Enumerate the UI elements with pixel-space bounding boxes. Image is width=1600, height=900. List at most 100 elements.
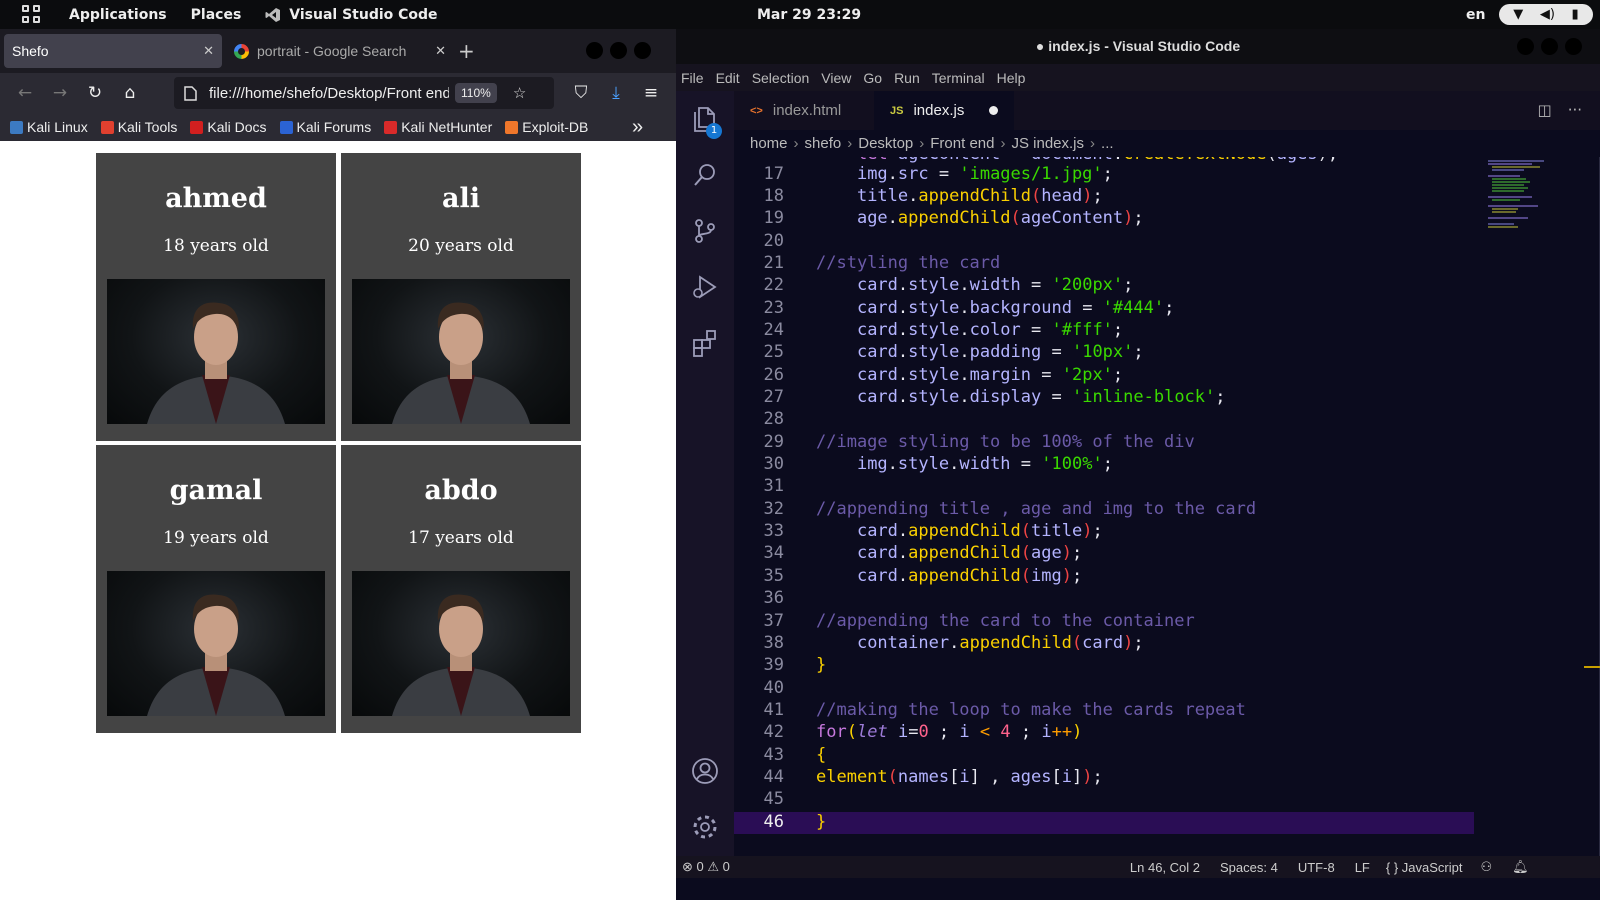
line-number: 45 bbox=[763, 789, 784, 809]
breadcrumb-item[interactable]: Front end bbox=[930, 135, 994, 152]
settings-gear-icon[interactable] bbox=[676, 805, 734, 849]
pocket-icon[interactable]: ⛉ bbox=[566, 83, 596, 103]
forward-arrow-icon[interactable]: → bbox=[45, 83, 75, 103]
extensions-icon[interactable] bbox=[676, 321, 734, 365]
editor-scrollbar[interactable] bbox=[1564, 157, 1600, 878]
minimize-button[interactable] bbox=[586, 42, 603, 59]
bookmark-star-icon[interactable]: ☆ bbox=[513, 84, 526, 102]
language-mode[interactable]: { } JavaScript bbox=[1386, 860, 1463, 875]
browser-tab-google[interactable]: portrait - Google Search ✕ bbox=[226, 34, 454, 68]
reload-icon[interactable]: ↻ bbox=[80, 83, 110, 103]
url-bar[interactable]: file:///home/shefo/Desktop/Front end 110… bbox=[174, 77, 554, 109]
code-editor[interactable]: 17 18 19 20 21 22 23 24 25 26 27 28 29 30 31 32 33 34 35 36… bbox=[734, 157, 1494, 878]
close-tab-icon[interactable]: ✕ bbox=[435, 43, 446, 59]
breadcrumb-item[interactable]: home bbox=[750, 135, 788, 152]
clock[interactable]: Mar 29 23:29 bbox=[757, 7, 861, 23]
code-line: //appending the card to the container bbox=[816, 611, 1195, 631]
status-bar: ⊗ 0 ⚠ 0 Ln 46, Col 2 Spaces: 4 UTF-8 LF … bbox=[676, 856, 1600, 878]
bookmark-favicon-icon bbox=[100, 120, 114, 134]
vscode-icon bbox=[265, 7, 281, 22]
menu-selection[interactable]: Selection bbox=[752, 70, 810, 86]
bookmark-item[interactable]: Exploit-DB bbox=[505, 119, 588, 135]
accounts-icon[interactable] bbox=[676, 749, 734, 793]
portrait-silhouette bbox=[392, 594, 530, 716]
code-line: for(let i=0 ; i < 4 ; i++) bbox=[816, 722, 1083, 742]
menu-terminal[interactable]: Terminal bbox=[932, 70, 985, 86]
tab-index-js[interactable]: JS index.js bbox=[874, 91, 1014, 130]
window-controls bbox=[1517, 38, 1582, 55]
bookmark-item[interactable]: Kali Docs bbox=[190, 119, 267, 135]
more-bookmarks-icon[interactable]: » bbox=[632, 116, 643, 139]
unsaved-dot-icon[interactable] bbox=[989, 106, 998, 115]
feedback-icon[interactable]: ⚇ bbox=[1480, 859, 1492, 875]
back-arrow-icon[interactable]: ← bbox=[10, 83, 40, 103]
applications-menu[interactable]: Applications bbox=[69, 7, 167, 23]
vscode-body: 1 <> index.html JS index.js ◫ ··· home ›… bbox=[676, 91, 1600, 878]
menu-help[interactable]: Help bbox=[997, 70, 1026, 86]
menu-edit[interactable]: Edit bbox=[716, 70, 740, 86]
source-control-icon[interactable] bbox=[676, 209, 734, 253]
google-icon bbox=[234, 43, 249, 59]
system-tray[interactable]: ▼ ◀) ▮ bbox=[1499, 4, 1593, 25]
menu-view[interactable]: View bbox=[821, 70, 851, 86]
run-debug-icon[interactable] bbox=[676, 265, 734, 309]
line-number: 34 bbox=[763, 543, 784, 563]
notifications-bell-icon[interactable]: 🔔︎ bbox=[1512, 859, 1529, 875]
maximize-button[interactable] bbox=[610, 42, 627, 59]
portrait-image bbox=[352, 571, 570, 716]
hamburger-menu-icon[interactable]: ≡ bbox=[636, 83, 666, 103]
more-actions-icon[interactable]: ··· bbox=[1568, 101, 1582, 119]
menu-file[interactable]: File bbox=[681, 70, 704, 86]
code-line: } bbox=[816, 655, 827, 675]
bookmark-item[interactable]: Kali Tools bbox=[100, 119, 177, 135]
zoom-indicator[interactable]: 110% bbox=[455, 83, 497, 103]
search-icon[interactable] bbox=[676, 153, 734, 197]
bookmark-item[interactable]: Kali Forums bbox=[279, 119, 371, 135]
close-window-button[interactable] bbox=[1565, 38, 1582, 55]
browser-tab-shefo[interactable]: Shefo ✕ bbox=[4, 34, 222, 68]
new-tab-button[interactable]: + bbox=[458, 39, 475, 63]
apps-grid-icon[interactable] bbox=[22, 4, 42, 25]
keyboard-layout[interactable]: en bbox=[1466, 7, 1485, 23]
line-number: 43 bbox=[763, 745, 784, 765]
menu-run[interactable]: Run bbox=[894, 70, 920, 86]
code-line: age.appendChild(ageContent); bbox=[856, 208, 1144, 228]
line-number: 20 bbox=[763, 231, 784, 251]
errors-indicator[interactable]: ⊗ 0 ⚠ 0 bbox=[682, 859, 730, 875]
cursor-position[interactable]: Ln 46, Col 2 bbox=[1130, 860, 1200, 875]
bookmark-item[interactable]: Kali Linux bbox=[10, 119, 88, 135]
downloads-icon[interactable]: ⤓ bbox=[601, 83, 631, 103]
minimap[interactable] bbox=[1484, 157, 1564, 878]
url-text: file:///home/shefo/Desktop/Front end bbox=[209, 84, 449, 102]
tab-index-html[interactable]: <> index.html bbox=[734, 91, 874, 130]
window-controls bbox=[586, 42, 651, 59]
line-ending[interactable]: LF bbox=[1355, 860, 1370, 875]
vscode-menu-bar: File Edit Selection View Go Run Terminal… bbox=[676, 64, 1600, 91]
bookmark-item[interactable]: Kali NetHunter bbox=[384, 119, 492, 135]
split-editor-icon[interactable]: ◫ bbox=[1538, 101, 1552, 119]
wifi-icon: ▼ bbox=[1513, 7, 1524, 22]
close-tab-icon[interactable]: ✕ bbox=[203, 43, 214, 59]
breadcrumb-item[interactable]: Desktop bbox=[858, 135, 913, 152]
page-content: ahmed 18 years old ali 20 years old gama… bbox=[0, 141, 676, 900]
explorer-icon[interactable]: 1 bbox=[676, 97, 734, 141]
line-number: 29 bbox=[763, 432, 784, 452]
active-app-indicator[interactable]: Visual Studio Code bbox=[265, 7, 438, 23]
portrait-silhouette bbox=[392, 302, 530, 424]
indentation[interactable]: Spaces: 4 bbox=[1220, 860, 1278, 875]
home-icon[interactable]: ⌂ bbox=[115, 83, 145, 103]
menu-go[interactable]: Go bbox=[863, 70, 882, 86]
minimize-button[interactable] bbox=[1517, 38, 1534, 55]
places-menu[interactable]: Places bbox=[191, 7, 242, 23]
tab-label: portrait - Google Search bbox=[257, 43, 407, 59]
close-window-button[interactable] bbox=[634, 42, 651, 59]
encoding[interactable]: UTF-8 bbox=[1298, 860, 1335, 875]
breadcrumb-item[interactable]: shefo bbox=[805, 135, 842, 152]
portrait-silhouette bbox=[147, 594, 285, 716]
breadcrumb-item[interactable]: ... bbox=[1101, 135, 1114, 152]
bookmark-label: Kali Linux bbox=[27, 119, 88, 135]
maximize-button[interactable] bbox=[1541, 38, 1558, 55]
code-line: card.style.background = '#444'; bbox=[856, 298, 1175, 318]
breadcrumb-item[interactable]: JS index.js bbox=[1011, 135, 1084, 152]
code-line: //making the loop to make the cards repe… bbox=[816, 700, 1246, 720]
